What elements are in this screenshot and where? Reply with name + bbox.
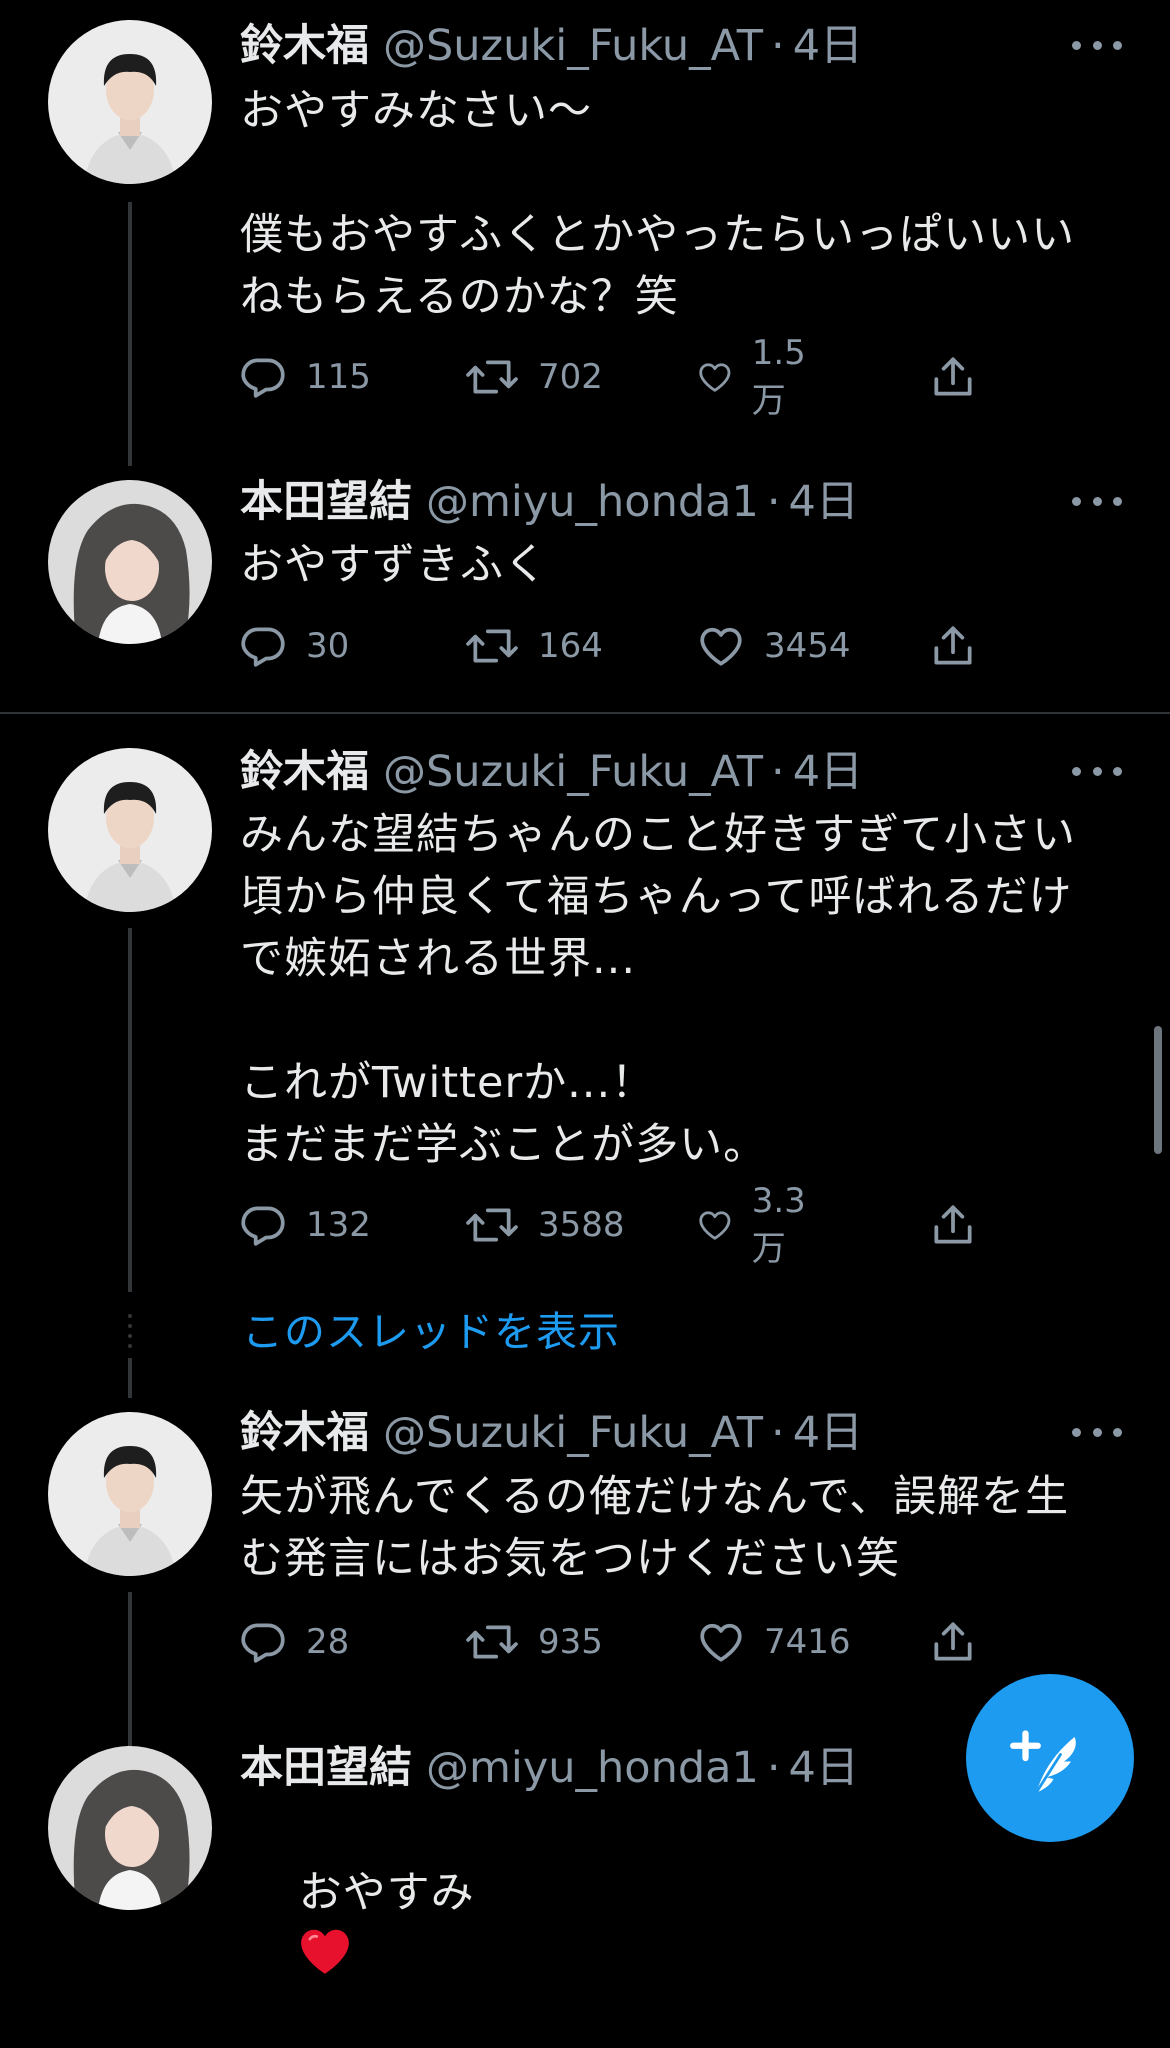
user-handle[interactable]: @Suzuki_Fuku_AT	[383, 1405, 763, 1461]
avatar-boy-image	[48, 748, 212, 912]
tweet-text-container: おやすみ	[240, 1800, 1120, 2048]
tweet-timestamp[interactable]: 4日	[793, 744, 863, 800]
like-count: 1.5万	[751, 332, 806, 421]
user-handle[interactable]: @miyu_honda1	[426, 474, 759, 530]
display-name[interactable]: 本田望結	[240, 1740, 412, 1796]
reply-count: 28	[306, 1622, 350, 1662]
retweet-icon	[466, 629, 518, 663]
separator-dot: ·	[766, 1743, 781, 1793]
reply-button[interactable]: 132	[238, 1197, 371, 1253]
tweet-timestamp[interactable]: 4日	[789, 474, 859, 530]
retweet-icon	[466, 360, 518, 394]
tweet-text: 矢が飛んでくるの俺だけなんで、誤解を生 む発言にはお気をつけください笑	[240, 1472, 1070, 1584]
like-button[interactable]: 3.3万	[696, 1181, 818, 1269]
retweet-icon	[466, 1208, 518, 1242]
separator-dot: ·	[771, 1408, 785, 1458]
avatar-girl-image	[48, 1746, 212, 1910]
avatar-miyu-honda[interactable]	[48, 1746, 212, 1910]
more-options-icon[interactable]	[1072, 30, 1122, 60]
retweet-icon	[466, 1625, 518, 1659]
avatar-suzuki-fuku[interactable]	[48, 1412, 212, 1576]
share-icon	[934, 357, 972, 396]
tweet-timestamp[interactable]: 4日	[789, 1740, 859, 1796]
user-handle[interactable]: @Suzuki_Fuku_AT	[383, 744, 763, 800]
retweet-button[interactable]: 702	[464, 349, 603, 405]
reply-icon	[241, 1623, 285, 1663]
reply-count: 132	[306, 1205, 371, 1245]
avatar-miyu-honda[interactable]	[48, 480, 212, 644]
thread-connector-line	[128, 202, 132, 466]
separator-dot: ·	[771, 21, 785, 71]
user-handle[interactable]: @Suzuki_Fuku_AT	[383, 18, 763, 74]
like-button[interactable]: 1.5万	[696, 333, 818, 421]
avatar-suzuki-fuku[interactable]	[48, 748, 212, 912]
tweet-text: みんな望結ちゃんのこと好きすぎて小さい 頃から仲良くて福ちゃんって呼ばれるだけ …	[240, 810, 1076, 1170]
thread-connector-line	[128, 1358, 132, 1398]
share-icon	[934, 1622, 972, 1661]
display-name[interactable]: 本田望結	[240, 474, 412, 530]
more-options-icon[interactable]	[1072, 756, 1122, 786]
reply-button[interactable]: 30	[238, 618, 349, 674]
tweet-header: 鈴木福 @Suzuki_Fuku_AT · 4日	[240, 18, 1110, 74]
heart-outline-icon	[700, 1623, 742, 1662]
retweet-count: 3588	[538, 1205, 625, 1245]
share-icon	[934, 1205, 972, 1244]
share-button[interactable]	[928, 1197, 978, 1253]
retweet-button[interactable]: 164	[464, 618, 603, 674]
tweet-timestamp[interactable]: 4日	[793, 1405, 863, 1461]
avatar-boy-image	[48, 20, 212, 184]
thread-connector-line	[128, 1592, 132, 1746]
like-count: 7416	[764, 1622, 851, 1662]
retweet-count: 702	[538, 357, 603, 397]
tweet-text: おやすずきふく	[240, 540, 548, 590]
display-name[interactable]: 鈴木福	[240, 1405, 369, 1461]
show-thread-link[interactable]: このスレッドを表示	[242, 1304, 620, 1360]
avatar-suzuki-fuku[interactable]	[48, 20, 212, 184]
reply-count: 115	[306, 357, 371, 397]
display-name[interactable]: 鈴木福	[240, 18, 369, 74]
thread-connector-line	[128, 928, 132, 1292]
heart-outline-icon	[700, 627, 742, 666]
share-button[interactable]	[928, 349, 978, 405]
share-icon	[934, 626, 972, 665]
compose-tweet-button[interactable]	[966, 1674, 1134, 1842]
heart-outline-icon	[699, 363, 731, 392]
tweet-header: 鈴木福 @Suzuki_Fuku_AT · 4日	[240, 1405, 1110, 1461]
display-name[interactable]: 鈴木福	[240, 744, 369, 800]
reply-button[interactable]: 28	[238, 1614, 349, 1670]
reply-icon	[241, 627, 285, 667]
heart-outline-icon	[699, 1211, 731, 1240]
scrollbar-thumb[interactable]	[1154, 1026, 1162, 1154]
avatar-girl-image	[48, 480, 212, 644]
reply-count: 30	[306, 626, 350, 666]
tweet-text: おやすみなさい〜 僕もおやすふくとかやったらいっぱいいい ねもらえるのかな？笑	[240, 86, 1076, 322]
reply-button[interactable]: 115	[238, 349, 371, 405]
more-options-icon[interactable]	[1072, 486, 1122, 516]
avatar-boy-image	[48, 1412, 212, 1576]
tweet-text: おやすみ	[298, 1868, 475, 1918]
more-options-icon[interactable]	[1072, 1417, 1122, 1447]
like-button[interactable]: 3454	[696, 618, 851, 674]
like-count: 3.3万	[751, 1180, 806, 1269]
retweet-button[interactable]: 935	[464, 1614, 603, 1670]
user-handle[interactable]: @miyu_honda1	[426, 1740, 759, 1796]
separator-dot: ·	[771, 747, 785, 797]
retweet-button[interactable]: 3588	[464, 1197, 625, 1253]
retweet-count: 935	[538, 1622, 603, 1662]
like-button[interactable]: 7416	[696, 1614, 851, 1670]
share-button[interactable]	[928, 1614, 978, 1670]
compose-feather-plus-icon	[1010, 1730, 1076, 1795]
like-count: 3454	[764, 626, 851, 666]
tweet-header: 鈴木福 @Suzuki_Fuku_AT · 4日	[240, 744, 1110, 800]
tweet-header: 本田望結 @miyu_honda1 · 4日	[240, 474, 1110, 530]
reply-icon	[241, 358, 285, 398]
separator-dot: ·	[766, 477, 781, 527]
retweet-count: 164	[538, 626, 603, 666]
red-heart-icon	[300, 1929, 349, 1974]
thread-gap-dots	[128, 1314, 132, 1354]
reply-icon	[241, 1206, 285, 1246]
share-button[interactable]	[928, 618, 978, 674]
tweet-timestamp[interactable]: 4日	[793, 18, 863, 74]
timeline-divider	[0, 712, 1170, 714]
